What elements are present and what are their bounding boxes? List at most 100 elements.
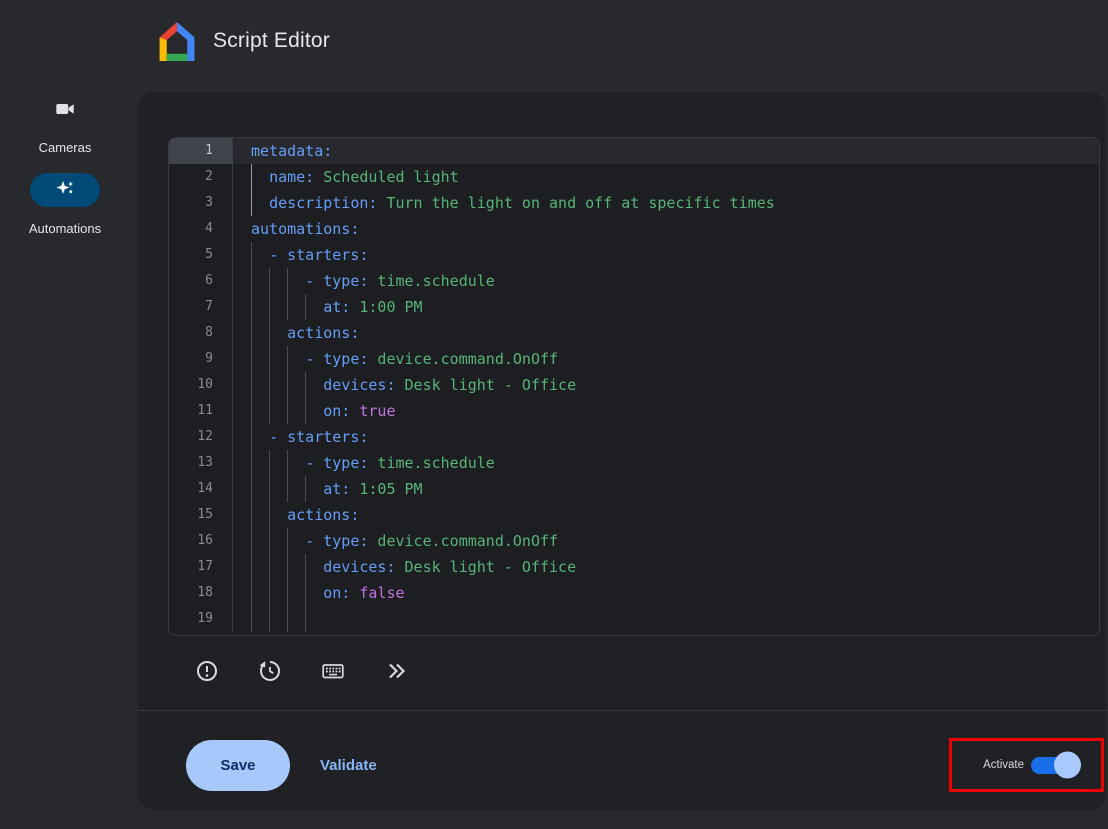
indent-guide [251, 164, 252, 190]
indent-guide [269, 294, 270, 320]
code-token: actions: [287, 324, 359, 342]
code-token: on: [323, 584, 350, 602]
indent-guide [251, 424, 252, 450]
code-line[interactable]: 6 - type: time.schedule [169, 268, 1099, 294]
code-token: Turn the light on and off at specific ti… [377, 194, 774, 212]
code-token: description: [269, 194, 377, 212]
indent-guide [287, 606, 288, 632]
indent-guide [287, 554, 288, 580]
line-number: 14 [169, 476, 233, 502]
code-token: - starters: [269, 246, 368, 264]
code-line[interactable]: 8 actions: [169, 320, 1099, 346]
indent-guide [251, 294, 252, 320]
annotation-highlight: Activate [949, 738, 1104, 792]
indent-guide [251, 450, 252, 476]
code-token: Desk light - Office [396, 376, 577, 394]
code-line[interactable]: 1metadata: [169, 138, 1099, 164]
line-number: 9 [169, 346, 233, 372]
indent-guide [305, 554, 306, 580]
code-token: time.schedule [368, 454, 494, 472]
sidebar: Cameras Automations [0, 0, 130, 829]
code-token: at: [323, 298, 350, 316]
code-line[interactable]: 10 devices: Desk light - Office [169, 372, 1099, 398]
code-line[interactable]: 5 - starters: [169, 242, 1099, 268]
code-line[interactable]: 14 at: 1:05 PM [169, 476, 1099, 502]
code-token: 1:05 PM [350, 480, 422, 498]
code-token: Desk light - Office [396, 558, 577, 576]
indent-guide [251, 502, 252, 528]
editor-toolbar [194, 658, 409, 684]
line-number: 16 [169, 528, 233, 554]
code-token: - starters: [269, 428, 368, 446]
indent-guide [305, 294, 306, 320]
code-line[interactable]: 18 on: false [169, 580, 1099, 606]
code-token: 1:00 PM [350, 298, 422, 316]
line-number: 15 [169, 502, 233, 528]
code-token: devices: [323, 558, 395, 576]
code-line[interactable]: 15 actions: [169, 502, 1099, 528]
activate-label: Activate [983, 759, 1024, 771]
code-token: automations: [251, 220, 359, 238]
code-token: - type: [305, 350, 368, 368]
code-line[interactable]: 3 description: Turn the light on and off… [169, 190, 1099, 216]
code-token: - type: [305, 272, 368, 290]
code-line[interactable]: 9 - type: device.command.OnOff [169, 346, 1099, 372]
line-number: 11 [169, 398, 233, 424]
indent-guide [305, 372, 306, 398]
indent-guide [287, 372, 288, 398]
indent-guide [269, 372, 270, 398]
save-button[interactable]: Save [186, 740, 290, 791]
indent-guide [251, 190, 252, 216]
indent-guide [251, 242, 252, 268]
code-line[interactable]: 11 on: true [169, 398, 1099, 424]
indent-guide [251, 268, 252, 294]
code-line[interactable]: 19 [169, 606, 1099, 632]
code-token: device.command.OnOff [368, 350, 558, 368]
validate-button[interactable]: Validate [320, 740, 377, 791]
code-token: on: [323, 402, 350, 420]
indent-guide [287, 268, 288, 294]
keyboard-icon[interactable] [320, 658, 346, 684]
code-line[interactable]: 7 at: 1:00 PM [169, 294, 1099, 320]
sidebar-item-automations[interactable] [30, 173, 100, 207]
indent-guide [269, 450, 270, 476]
code-line[interactable]: 13 - type: time.schedule [169, 450, 1099, 476]
indent-guide [305, 476, 306, 502]
indent-guide [269, 606, 270, 632]
indent-guide [287, 346, 288, 372]
code-token: true [350, 402, 395, 420]
code-token: name: [269, 168, 314, 186]
indent-guide [305, 580, 306, 606]
indent-guide [269, 268, 270, 294]
sidebar-item-cameras-label[interactable]: Cameras [0, 140, 130, 155]
history-icon[interactable] [257, 658, 283, 684]
indent-guide [287, 294, 288, 320]
code-line[interactable]: 12 - starters: [169, 424, 1099, 450]
line-number: 8 [169, 320, 233, 346]
code-token: device.command.OnOff [368, 532, 558, 550]
indent-guide [251, 606, 252, 632]
line-number: 2 [169, 164, 233, 190]
code-line[interactable]: 17 devices: Desk light - Office [169, 554, 1099, 580]
code-line[interactable]: 16 - type: device.command.OnOff [169, 528, 1099, 554]
code-line[interactable]: 2 name: Scheduled light [169, 164, 1099, 190]
sidebar-item-cameras[interactable] [0, 98, 130, 125]
sidebar-item-automations-label[interactable]: Automations [0, 221, 130, 236]
indent-guide [269, 554, 270, 580]
sparkle-icon [54, 177, 76, 204]
code-token: time.schedule [368, 272, 494, 290]
indent-guide [287, 528, 288, 554]
more-chevrons-icon[interactable] [383, 658, 409, 684]
code-line[interactable]: 4 automations: [169, 216, 1099, 242]
activate-toggle[interactable] [1031, 757, 1081, 774]
code-token: at: [323, 480, 350, 498]
line-number: 17 [169, 554, 233, 580]
code-editor[interactable]: 1metadata:2 name: Scheduled light3 descr… [168, 137, 1100, 636]
problems-icon[interactable] [194, 658, 220, 684]
code-token: - type: [305, 454, 368, 472]
line-number: 1 [169, 138, 233, 164]
footer-divider [138, 710, 1106, 711]
line-number: 4 [169, 216, 233, 242]
indent-guide [269, 320, 270, 346]
indent-guide [251, 528, 252, 554]
